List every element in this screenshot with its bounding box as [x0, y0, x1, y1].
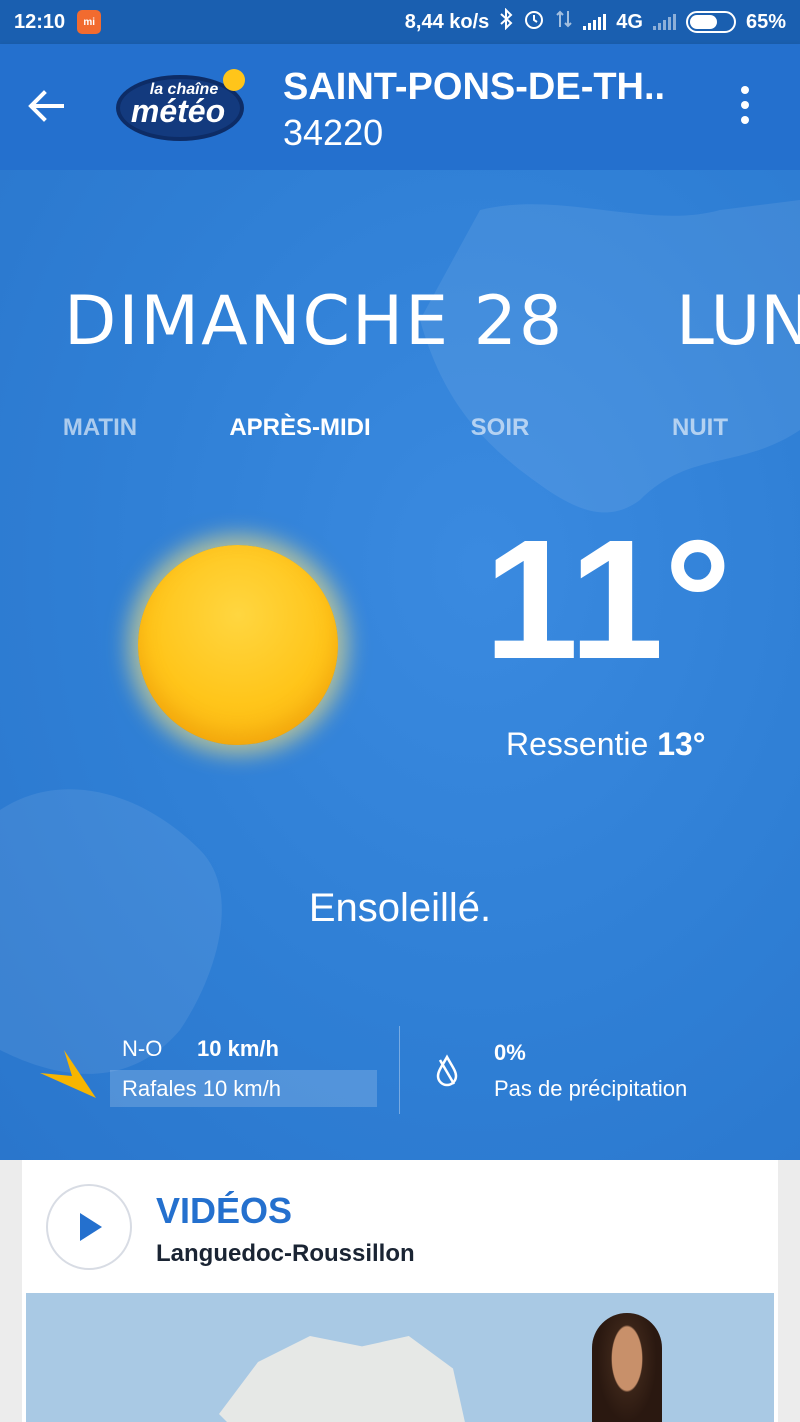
forecast-panel[interactable]: DIMANCHE 28 LUN MATIN APRÈS-MIDI SOIR NU… — [0, 170, 800, 1160]
videos-title: VIDÉOS — [156, 1190, 293, 1231]
wind-gusts: Rafales 10 km/h — [110, 1070, 377, 1107]
battery-percent: 65% — [745, 10, 786, 33]
city-name[interactable]: SAINT-PONS-DE-TH.. — [283, 66, 665, 109]
precipitation-text: Pas de précipitation — [494, 1076, 688, 1101]
feels-value: 13° — [657, 726, 706, 762]
back-arrow-icon[interactable] — [22, 82, 70, 130]
videos-card[interactable]: VIDÉOS Languedoc-Roussillon — [22, 1160, 778, 1422]
day-next[interactable]: LUN — [676, 282, 800, 361]
precipitation-percent: 0% — [494, 1040, 526, 1065]
divider — [399, 1026, 400, 1114]
mi-notification-icon: mi — [77, 10, 102, 34]
postal-code: 34220 — [283, 112, 384, 153]
app-bar: la chaîne météo SAINT-PONS-DE-TH.. 34220 — [0, 44, 800, 170]
signal-2-icon — [652, 14, 676, 30]
more-vert-icon[interactable] — [722, 82, 768, 128]
alarm-icon — [523, 8, 545, 36]
logo-main-text: météo — [131, 93, 225, 129]
tab-apres-midi[interactable]: APRÈS-MIDI — [200, 414, 400, 442]
presenter-image — [592, 1313, 662, 1422]
tab-matin[interactable]: MATIN — [0, 414, 200, 442]
play-icon — [80, 1213, 102, 1241]
videos-region: Languedoc-Roussillon — [156, 1240, 415, 1267]
wind-direction: N-O — [122, 1036, 163, 1061]
feels-label: Ressentie — [506, 726, 649, 762]
signal-icon — [583, 14, 607, 30]
data-arrows-icon — [555, 9, 573, 35]
wind-speed: 10 km/h — [197, 1036, 279, 1061]
bluetooth-icon — [499, 7, 513, 36]
raindrop-icon — [432, 1054, 462, 1088]
sun-icon — [138, 545, 338, 745]
video-thumbnail[interactable] — [26, 1293, 774, 1422]
day-current[interactable]: DIMANCHE 28 — [64, 282, 564, 361]
network-speed: 8,44 ko/s — [404, 10, 490, 33]
feels-like: Ressentie 13° — [506, 726, 706, 763]
tab-nuit[interactable]: NUIT — [600, 414, 800, 442]
france-map-image — [219, 1336, 466, 1422]
status-bar: 12:10 mi 8,44 ko/s 4G 65% — [0, 0, 800, 44]
battery-icon — [685, 11, 736, 33]
temperature: 11° — [484, 505, 732, 695]
weather-condition: Ensoleillé. — [308, 886, 492, 930]
status-time: 12:10 — [14, 10, 66, 33]
play-button[interactable] — [46, 1184, 132, 1270]
tab-soir[interactable]: SOIR — [400, 414, 600, 442]
meteo-logo[interactable]: la chaîne météo — [114, 68, 250, 144]
status-right: 8,44 ko/s 4G 65% — [404, 7, 786, 36]
network-type: 4G — [616, 10, 643, 33]
wind-direction-icon — [38, 1040, 98, 1100]
